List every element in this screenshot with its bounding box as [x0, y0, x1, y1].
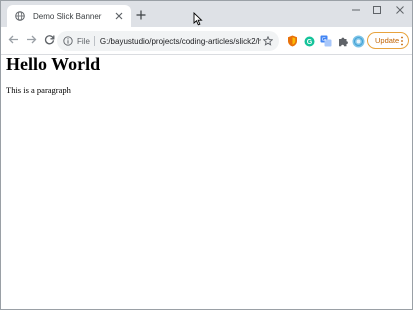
- window-close-button[interactable]: [386, 1, 413, 19]
- url-scheme-label: File: [77, 36, 90, 46]
- extension-shield-icon[interactable]: [285, 34, 299, 48]
- url-text[interactable]: G:/bayustudio/projects/coding-articles/s…: [100, 37, 261, 46]
- page-heading: Hello World: [6, 54, 101, 74]
- back-button[interactable]: [5, 33, 21, 49]
- page-viewport: Hello World This is a paragraph: [1, 54, 412, 309]
- tab-strip: Demo Slick Banner: [1, 1, 412, 27]
- reload-button[interactable]: [41, 33, 57, 49]
- profile-avatar-icon[interactable]: [351, 34, 365, 48]
- browser-window: Demo Slick Banner File G:/bayustudio/pro…: [0, 0, 413, 310]
- forward-button[interactable]: [23, 33, 39, 49]
- info-icon[interactable]: [63, 36, 73, 46]
- close-icon[interactable]: [113, 10, 125, 22]
- mouse-cursor-icon: [193, 11, 203, 26]
- reload-icon: [44, 34, 55, 48]
- arrow-left-icon: [8, 34, 19, 48]
- minimize-icon: [352, 3, 360, 17]
- update-button-label: Update: [375, 36, 400, 45]
- more-menu-icon: [400, 36, 404, 46]
- close-icon: [396, 3, 404, 17]
- star-icon[interactable]: [263, 36, 273, 46]
- maximize-icon: [373, 3, 381, 17]
- svg-text:G: G: [322, 37, 326, 43]
- extension-translate-icon[interactable]: G: [319, 34, 333, 48]
- svg-text:G: G: [306, 39, 312, 46]
- new-tab-button[interactable]: [134, 8, 148, 22]
- tab-title: Demo Slick Banner: [33, 11, 102, 21]
- page-paragraph: This is a paragraph: [6, 85, 71, 95]
- tab-demo-slick-banner[interactable]: Demo Slick Banner: [7, 5, 131, 27]
- omnibox-divider: [93, 36, 95, 46]
- update-button[interactable]: Update: [367, 32, 409, 49]
- extension-green-circle-icon[interactable]: G: [302, 34, 316, 48]
- globe-icon: [15, 11, 25, 21]
- browser-toolbar: File G:/bayustudio/projects/coding-artic…: [1, 27, 412, 55]
- extensions-puzzle-icon[interactable]: [336, 34, 350, 48]
- address-bar[interactable]: File G:/bayustudio/projects/coding-artic…: [57, 31, 279, 51]
- arrow-right-icon: [26, 34, 37, 48]
